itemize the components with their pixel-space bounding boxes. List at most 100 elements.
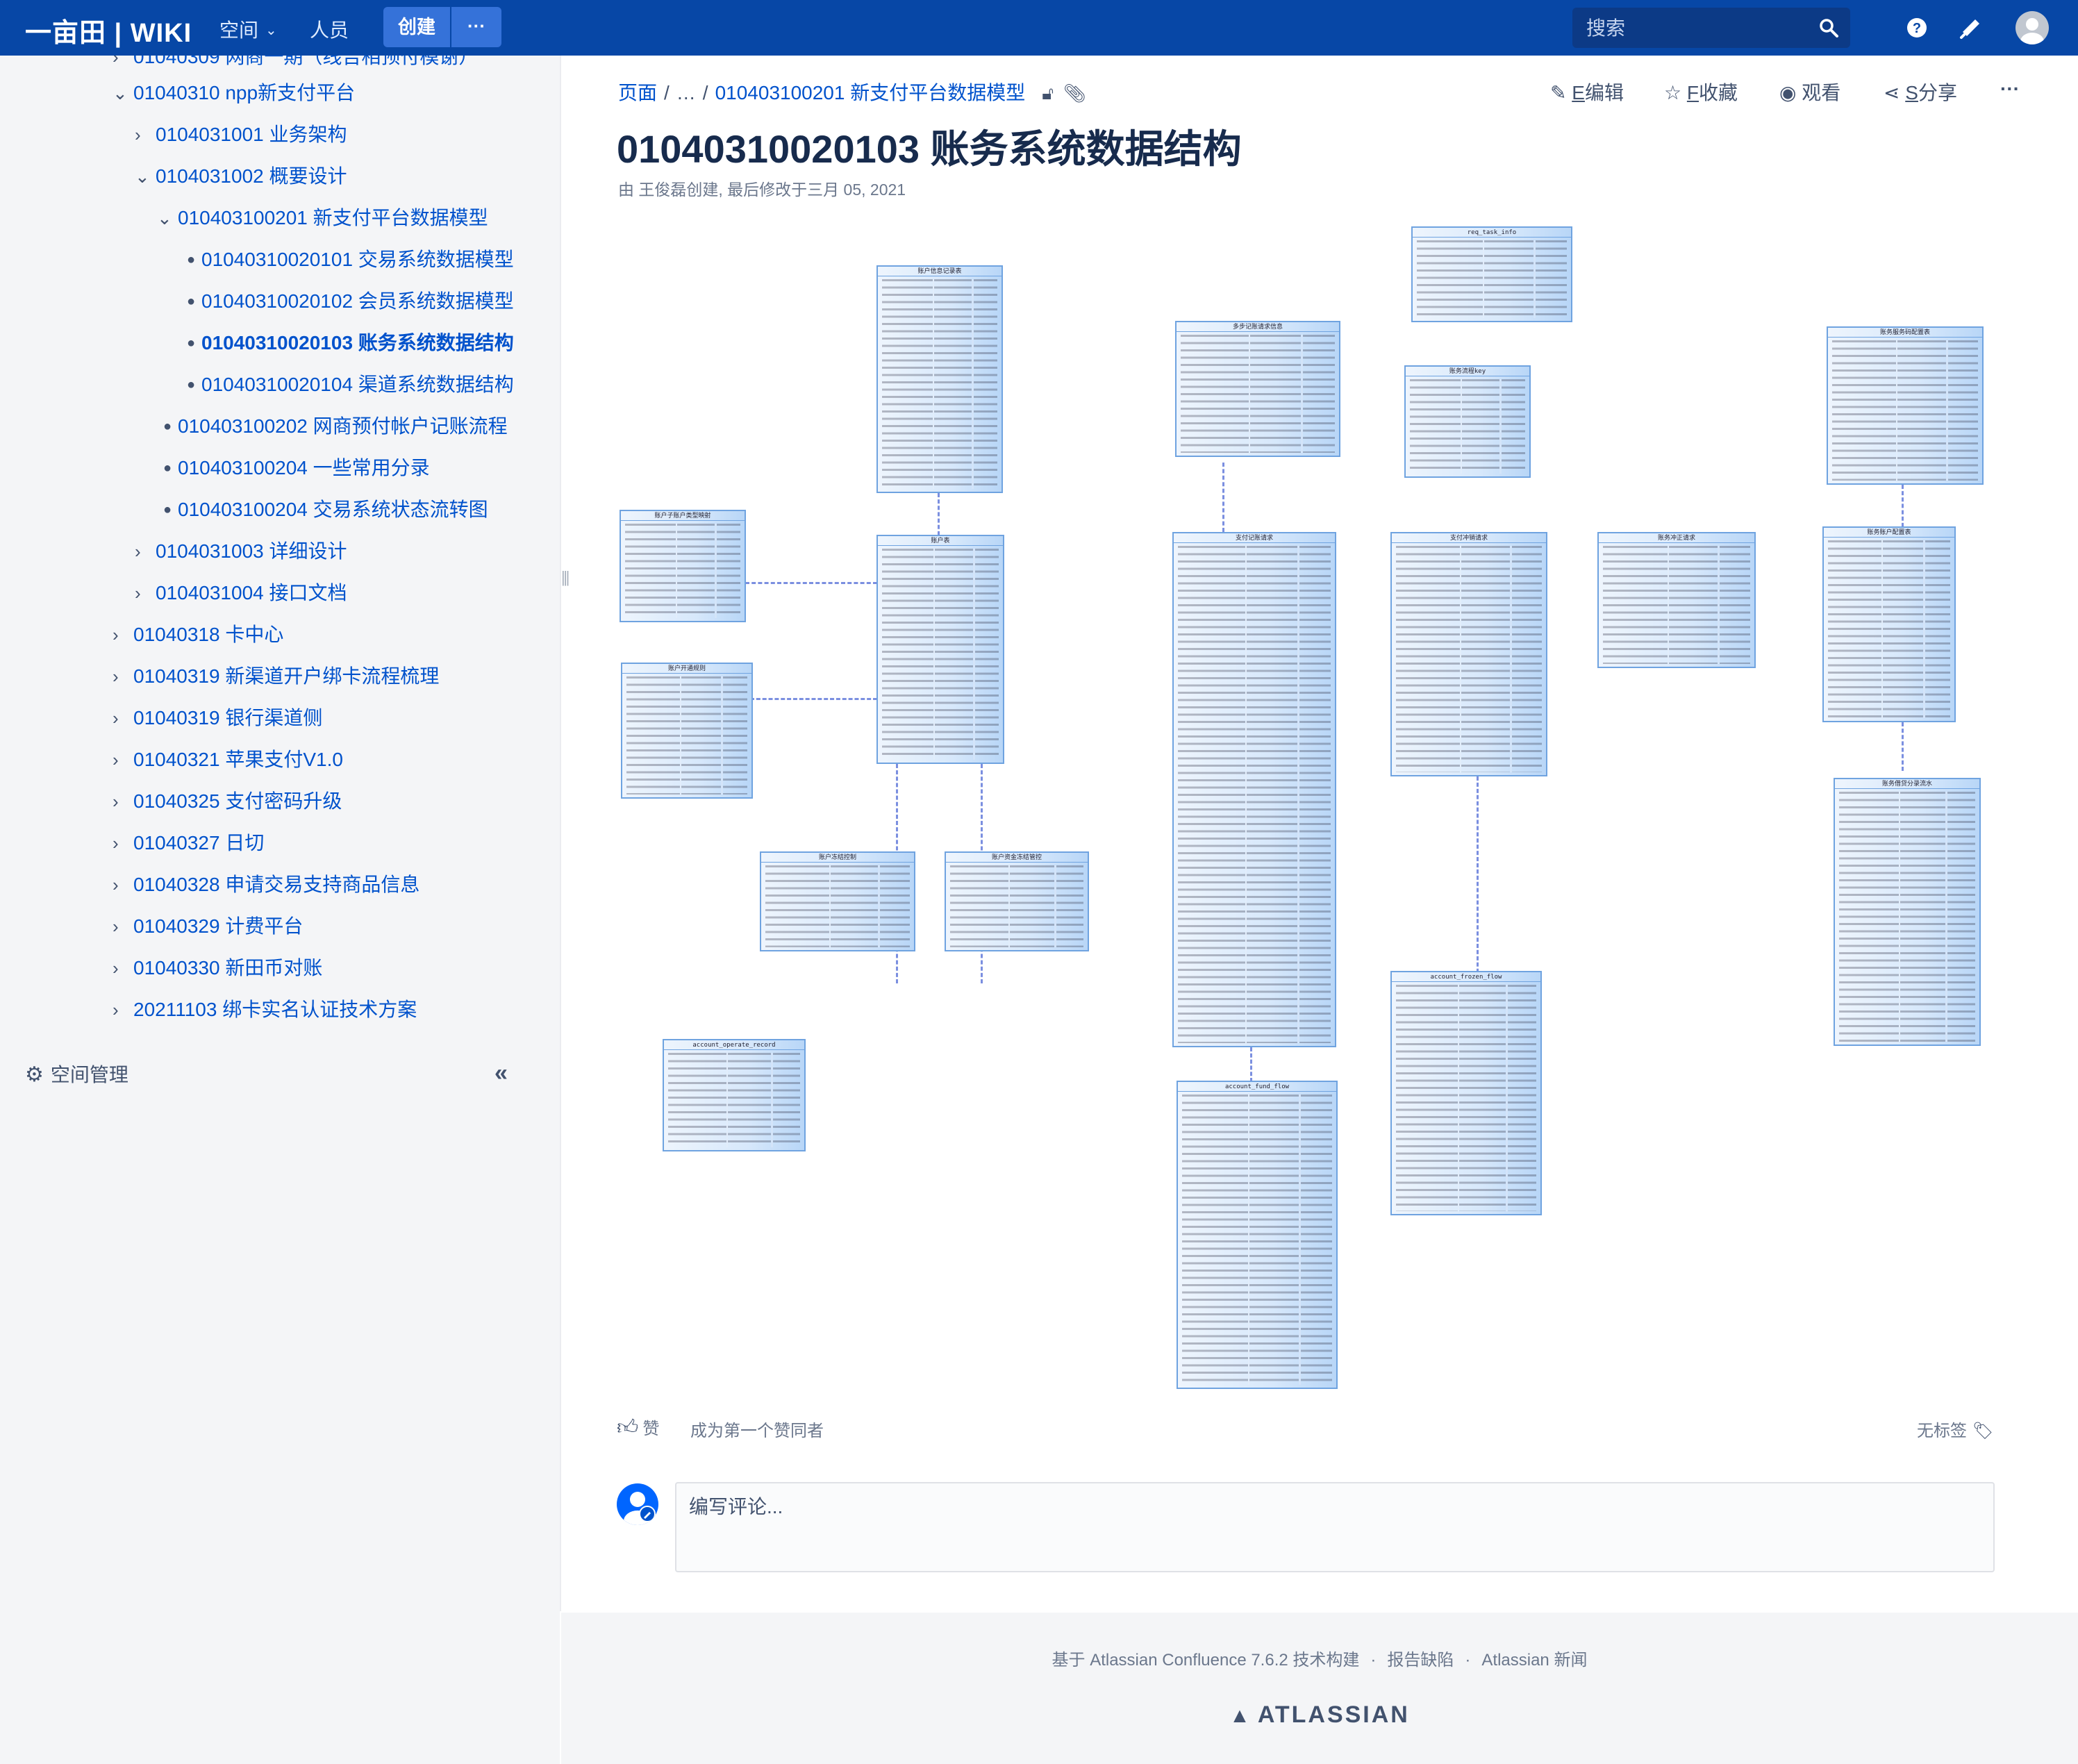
footer-separator: · — [1465, 1651, 1471, 1670]
er-table-title: account_fund_flow — [1178, 1082, 1336, 1092]
page-title: 01040310020103 账务系统数据结构 — [617, 127, 1242, 171]
chevron-right-icon[interactable]: › — [113, 621, 133, 649]
tree-item[interactable]: › 01040309 网商一期（线告相预付模谢） — [113, 56, 478, 71]
space-admin-link[interactable]: ⚙ 空间管理 — [25, 1060, 128, 1088]
chevron-right-icon[interactable]: › — [135, 538, 156, 565]
tree-item[interactable]: › 01040325 支付密码升级 — [113, 788, 342, 815]
er-table-title: account_operate_record — [664, 1040, 804, 1050]
tree-item[interactable]: ⌄ 01040310 npp新支付平台 — [113, 79, 355, 107]
tree-item[interactable]: ● 010403100204 交易系统状态流转图 — [157, 496, 488, 524]
watch-button[interactable]: ◉ 观看 — [1779, 78, 1840, 106]
er-table-title: 多步记账请求信息 — [1177, 322, 1339, 332]
chevron-right-icon[interactable]: › — [113, 746, 133, 774]
tree-item[interactable]: ● 01040310020102 会员系统数据模型 — [181, 288, 514, 315]
create-button[interactable]: 创建 — [383, 7, 450, 47]
collapse-sidebar-button[interactable]: « — [494, 1060, 508, 1087]
help-icon[interactable]: ? — [1903, 14, 1931, 42]
tree-item-label: 01040309 网商一期（线告相预付模谢） — [133, 56, 479, 67]
site-logo[interactable]: 一亩田 | WIKI — [25, 11, 192, 49]
chevron-right-icon[interactable]: › — [113, 788, 133, 815]
breadcrumb-ellipsis[interactable]: … — [676, 82, 696, 103]
tree-item-current[interactable]: ● 01040310020103 账务系统数据结构 — [181, 329, 518, 357]
comment-editor[interactable] — [675, 1482, 1995, 1572]
comment-input[interactable] — [689, 1493, 1981, 1521]
resize-grip-icon[interactable]: ⦀ — [561, 568, 570, 591]
er-table-title: 账户资金冻结管控 — [946, 853, 1088, 863]
edit-button[interactable]: ✎ E编辑 — [1550, 78, 1624, 106]
unlock-icon[interactable]: 🔓︎ — [1042, 83, 1054, 103]
atlassian-news-link[interactable]: Atlassian 新闻 — [1481, 1651, 1587, 1670]
labels-area[interactable]: 无标签 🏷︎ — [1917, 1417, 1993, 1441]
share-icon: ⋖ — [1884, 82, 1900, 103]
breadcrumb-parent-link[interactable]: 010403100201 新支付平台数据模型 — [715, 82, 1026, 103]
gear-icon: ⚙ — [25, 1063, 44, 1086]
tree-item[interactable]: › 01040321 苹果支付V1.0 — [113, 746, 343, 774]
attachment-icon[interactable]: 📎︎ — [1063, 83, 1086, 103]
tree-item[interactable]: › 01040319 银行渠道侧 — [113, 704, 322, 732]
report-bug-link[interactable]: 报告缺陷 — [1387, 1651, 1454, 1670]
tree-item[interactable]: › 01040328 申请交易支持商品信息 — [113, 871, 419, 899]
bullet-icon: ● — [186, 377, 196, 392]
tree-item[interactable]: › 0104031004 接口文档 — [135, 579, 347, 607]
chevron-down-icon[interactable]: ⌄ — [113, 79, 133, 107]
tree-item[interactable]: › 01040327 日切 — [113, 829, 264, 857]
space-admin-label: 空间管理 — [50, 1064, 128, 1085]
tree-item[interactable]: ● 010403100202 网商预付帐户记账流程 — [157, 413, 508, 440]
notification-megaphone-icon[interactable] — [1957, 14, 1985, 42]
chevron-right-icon[interactable]: › — [135, 579, 156, 607]
page-byline: 由 王俊磊创建, 最后修改于三月 05, 2021 — [618, 181, 906, 199]
tag-icon[interactable]: 🏷︎ — [1972, 1422, 1993, 1440]
tree-item-label: 01040318 卡中心 — [133, 624, 284, 645]
breadcrumb-pages-link[interactable]: 页面 — [618, 82, 657, 103]
tree-item[interactable]: › 0104031001 业务架构 — [135, 121, 347, 149]
built-on-link[interactable]: 基于 Atlassian Confluence 7.6.2 技术构建 — [1052, 1651, 1360, 1670]
tree-item[interactable]: › 0104031003 详细设计 — [135, 538, 347, 565]
bullet-icon: ● — [186, 335, 196, 351]
tree-item[interactable]: › 01040318 卡中心 — [113, 621, 283, 649]
atlassian-logo[interactable]: ▲ ATLASSIAN — [561, 1701, 2078, 1729]
favourite-button[interactable]: ☆ F收藏 — [1664, 78, 1738, 106]
chevron-right-icon[interactable]: › — [113, 996, 133, 1024]
chevron-right-icon[interactable]: › — [113, 913, 133, 940]
bullet-icon: ● — [163, 460, 172, 476]
chevron-right-icon[interactable]: › — [113, 56, 133, 71]
chevron-right-icon[interactable]: › — [113, 871, 133, 899]
er-table-title: 账务借贷分录流水 — [1835, 779, 1979, 789]
chevron-right-icon[interactable]: › — [113, 954, 133, 982]
breadcrumb: 页面 / … / 010403100201 新支付平台数据模型 🔓︎ 📎︎ — [618, 78, 1086, 106]
chevron-right-icon[interactable]: › — [113, 704, 133, 732]
er-diagram-image[interactable]: 账户信息记录表 req_task_info 多步记账请求信息 账务流程key 账… — [611, 215, 2035, 1389]
er-table: 支付冲销请求 — [1390, 532, 1547, 776]
tree-item[interactable]: › 20211103 绑卡实名认证技术方案 — [113, 996, 417, 1024]
tree-item[interactable]: › 01040330 新田币对账 — [113, 954, 322, 982]
no-labels-text: 无标签 — [1917, 1422, 1967, 1440]
tree-item-label: 010403100201 新支付平台数据模型 — [178, 207, 488, 228]
tree-item[interactable]: ● 01040310020104 渠道系统数据结构 — [181, 371, 518, 399]
tree-item[interactable]: › 01040329 计费平台 — [113, 913, 303, 940]
chevron-down-icon[interactable]: ⌄ — [157, 204, 178, 232]
chevron-right-icon[interactable]: › — [135, 121, 156, 149]
tree-item-label: 01040319 银行渠道侧 — [133, 707, 323, 729]
er-table: req_task_info — [1411, 226, 1572, 322]
more-actions-button[interactable]: ··· — [2000, 78, 2020, 100]
create-more-button[interactable]: ··· — [451, 7, 501, 47]
tree-item[interactable]: › 01040319 新渠道开户绑卡流程梳理 — [113, 663, 439, 690]
chevron-down-icon[interactable]: ⌄ — [135, 163, 156, 190]
tree-item-label: 01040327 日切 — [133, 832, 265, 854]
chevron-right-icon[interactable]: › — [113, 829, 133, 857]
nav-spaces-menu[interactable]: 空间 ⌄ — [219, 15, 277, 43]
search-icon[interactable] — [1818, 17, 1839, 38]
like-button[interactable]: 👍︎ 赞 — [617, 1415, 659, 1440]
tree-item[interactable]: ⌄ 0104031002 概要设计 — [135, 163, 347, 190]
chevron-right-icon[interactable]: › — [113, 663, 133, 690]
tree-item[interactable]: ● 010403100204 一些常用分录 — [157, 454, 430, 482]
er-table: 账务借贷分录流水 — [1834, 778, 1981, 1046]
search-input[interactable] — [1586, 17, 1809, 40]
like-summary: 成为第一个赞同者 — [690, 1422, 824, 1440]
tree-item[interactable]: ⌄ 010403100201 新支付平台数据模型 — [157, 204, 488, 232]
sidebar-resize-divider[interactable] — [560, 56, 561, 1611]
user-avatar[interactable] — [2015, 11, 2049, 44]
tree-item[interactable]: ● 01040310020101 交易系统数据模型 — [181, 246, 514, 274]
share-button[interactable]: ⋖ S分享 — [1884, 78, 1957, 106]
nav-people-link[interactable]: 人员 — [310, 15, 349, 43]
